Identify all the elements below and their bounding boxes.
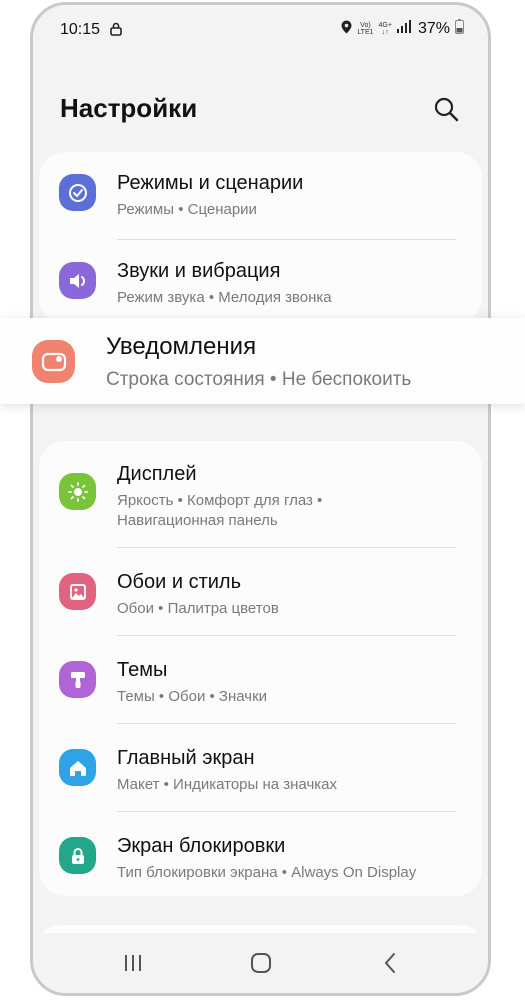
settings-item-subtitle: Яркость • Комфорт для глаз •: [117, 492, 323, 509]
settings-item-subtitle-line2: Навигационная панель: [117, 512, 278, 529]
recent-apps-icon: [125, 955, 141, 971]
volte-bottom: LTE1: [357, 29, 374, 36]
network-label: 4G+: [378, 22, 392, 29]
divider: [117, 811, 456, 812]
search-button[interactable]: [432, 95, 460, 123]
status-time: 10:15: [60, 21, 101, 38]
recent-apps-button[interactable]: [120, 951, 146, 975]
settings-item-home-screen[interactable]: Главный экран Макет • Индикаторы на знач…: [39, 745, 482, 811]
volte-indicator: Vo) LTE1: [357, 22, 373, 36]
settings-group-2: Дисплей Яркость • Комфорт для глаз • Нав…: [39, 441, 482, 896]
settings-item-title: Дисплей: [117, 463, 197, 485]
settings-item-modes[interactable]: Режимы и сценарии Режимы • Сценарии: [39, 170, 482, 240]
battery-icon: [455, 19, 464, 39]
settings-item-title: Главный экран: [117, 747, 255, 769]
phone-frame: 10:15 Vo) LTE1 4G+ ↓↑ 37% Настройки Режи…: [30, 2, 491, 996]
settings-item-subtitle: Темы • Обои • Значки: [117, 688, 268, 705]
wallpaper-icon: [59, 573, 96, 610]
settings-item-subtitle: Макет • Индикаторы на значках: [117, 776, 337, 793]
settings-item-notifications[interactable]: Уведомления Строка состояния • Не беспок…: [0, 318, 525, 404]
settings-item-sounds[interactable]: Звуки и вибрация Режим звука • Мелодия з…: [39, 258, 482, 324]
settings-item-title: Уведомления: [106, 333, 257, 360]
settings-item-title: Обои и стиль: [117, 571, 242, 593]
volte-top: Vo): [360, 22, 371, 29]
settings-item-title: Темы: [117, 659, 168, 681]
lock-icon: [59, 837, 96, 874]
settings-item-subtitle: Строка состояния • Не беспокоить: [106, 369, 412, 390]
settings-group-1: Режимы и сценарии Режимы • Сценарии Звук…: [39, 152, 482, 324]
back-icon: [384, 953, 395, 973]
settings-item-title: Экран блокировки: [117, 835, 286, 857]
settings-item-themes[interactable]: Темы Темы • Обои • Значки: [39, 657, 482, 723]
divider: [117, 547, 456, 548]
data-arrows-icon: ↓↑: [381, 29, 389, 36]
settings-item-display[interactable]: Дисплей Яркость • Комфорт для глаз • Нав…: [39, 461, 482, 547]
location-icon: [341, 20, 352, 39]
divider: [117, 635, 456, 636]
status-bar: 10:15 Vo) LTE1 4G+ ↓↑ 37%: [33, 5, 488, 55]
settings-item-wallpaper[interactable]: Обои и стиль Обои • Палитра цветов: [39, 569, 482, 635]
settings-item-title: Режимы и сценарии: [117, 172, 304, 194]
display-icon: [59, 473, 96, 510]
page-title: Настройки: [60, 93, 198, 123]
settings-item-subtitle: Режим звука • Мелодия звонка: [117, 289, 332, 306]
signal-icon: [396, 20, 411, 38]
modes-icon: [59, 174, 96, 211]
settings-item-subtitle: Режимы • Сценарии: [117, 201, 257, 218]
home-icon: [59, 749, 96, 786]
divider: [117, 239, 456, 240]
themes-icon: [59, 661, 96, 698]
back-button[interactable]: [378, 951, 404, 975]
notifications-icon: [32, 340, 75, 383]
settings-item-lock-screen[interactable]: Экран блокировки Тип блокировки экрана •…: [39, 833, 482, 899]
network-type: 4G+ ↓↑: [379, 22, 392, 36]
settings-item-subtitle: Обои • Палитра цветов: [117, 600, 279, 617]
status-icons: Vo) LTE1 4G+ ↓↑ 37%: [341, 19, 464, 39]
sound-icon: [59, 262, 96, 299]
navigation-bar: [33, 933, 488, 993]
settings-item-title: Звуки и вибрация: [117, 260, 281, 282]
search-icon: [434, 97, 459, 122]
home-button[interactable]: [248, 951, 274, 975]
lock-status-icon: [110, 22, 122, 41]
settings-item-subtitle: Тип блокировки экрана • Always On Displa…: [117, 864, 417, 881]
battery-percent: 37%: [417, 20, 450, 37]
divider: [117, 723, 456, 724]
home-nav-icon: [251, 953, 271, 973]
